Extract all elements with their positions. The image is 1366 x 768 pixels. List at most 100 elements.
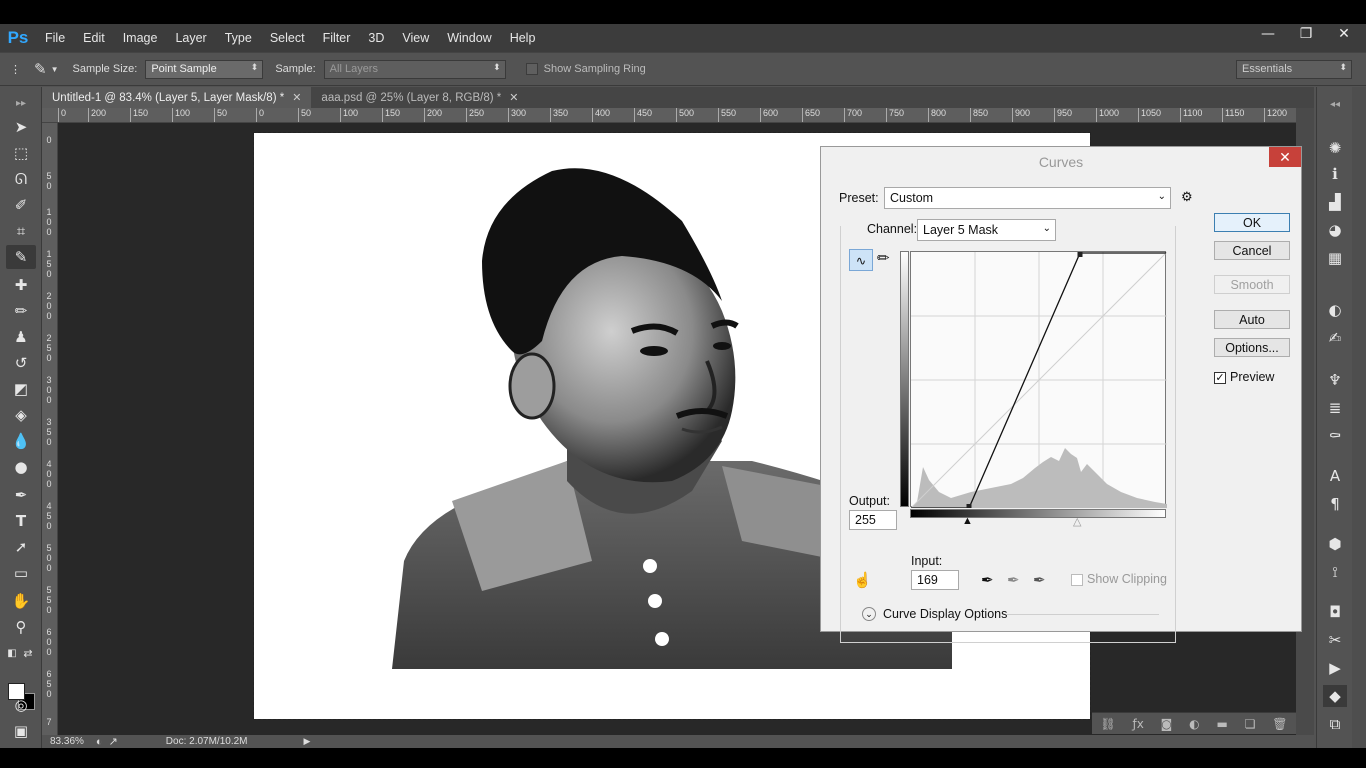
swatches-icon[interactable]: ▦	[1323, 247, 1347, 269]
new-group-icon[interactable]: ▬	[1217, 717, 1228, 731]
menu-edit[interactable]: Edit	[74, 31, 114, 45]
gray-eyedropper-icon[interactable]: ✒	[1007, 571, 1020, 589]
type-tool-icon[interactable]: T	[6, 509, 36, 533]
target-adjustment-hand-icon[interactable]: ☝	[853, 571, 872, 589]
minimize-button[interactable]: —	[1260, 26, 1276, 42]
tab-untitled-1[interactable]: Untitled-1 @ 83.4% (Layer 5, Layer Mask/…	[42, 87, 312, 108]
history-brush-tool-icon[interactable]: ↺	[6, 351, 36, 375]
quick-selection-tool-icon[interactable]: ✐	[6, 193, 36, 217]
adjustment-layer-icon[interactable]: ◐	[1189, 717, 1199, 731]
input-field[interactable]: 169	[911, 570, 959, 590]
ok-button[interactable]: OK	[1214, 213, 1290, 232]
brush-tool-icon[interactable]: ✏	[6, 299, 36, 323]
tool-presets-icon[interactable]: ✂	[1323, 629, 1347, 651]
eyedropper-tool-preset-icon[interactable]: ✎	[34, 60, 47, 78]
clone-stamp-tool-icon[interactable]: ♟	[6, 325, 36, 349]
white-eyedropper-icon[interactable]: ✒	[1033, 571, 1046, 589]
right-panel-scroll[interactable]	[1352, 87, 1366, 748]
menu-3d[interactable]: 3D	[359, 31, 393, 45]
menu-filter[interactable]: Filter	[314, 31, 360, 45]
path-selection-tool-icon[interactable]: ➚	[6, 535, 36, 559]
smooth-button[interactable]: Smooth	[1214, 275, 1290, 294]
auto-button[interactable]: Auto	[1214, 310, 1290, 329]
pencil-draw-icon[interactable]: ✏	[877, 249, 890, 267]
channel-select[interactable]: Layer 5 Mask ⌄	[917, 219, 1056, 241]
curve-point-low[interactable]	[966, 504, 972, 509]
properties-icon[interactable]: ◘	[1323, 601, 1347, 623]
collapse-panel-icon[interactable]: ▸▸	[6, 91, 36, 115]
histogram-icon[interactable]: ▟	[1323, 191, 1347, 213]
black-eyedropper-icon[interactable]: ✒	[981, 571, 994, 589]
status-menu-arrow-icon[interactable]: ▶	[304, 736, 311, 747]
cancel-button[interactable]: Cancel	[1214, 241, 1290, 260]
dialog-close-button[interactable]: ✕	[1269, 147, 1301, 167]
dodge-tool-icon[interactable]: ●	[6, 455, 36, 479]
pen-tool-icon[interactable]: ✒	[6, 483, 36, 507]
paths-icon[interactable]: ⟟	[1323, 561, 1347, 583]
brush-settings-icon[interactable]: ≣	[1323, 397, 1347, 419]
menu-help[interactable]: Help	[501, 31, 545, 45]
trash-icon[interactable]: 🗑	[1272, 717, 1287, 731]
eraser-tool-icon[interactable]: ◩	[6, 377, 36, 401]
zoom-tool-icon[interactable]: ⚲	[6, 615, 36, 639]
eyedropper-tool-icon[interactable]: ✎	[6, 245, 36, 269]
collapse-panel-icon[interactable]: ◂◂	[1323, 93, 1347, 115]
close-icon[interactable]: ✕	[509, 91, 518, 104]
white-point-slider[interactable]: △	[1073, 515, 1081, 528]
brush-presets-icon[interactable]: ♆	[1323, 369, 1347, 391]
screen-mode-icon[interactable]: ▣	[6, 719, 36, 743]
paint-bucket-tool-icon[interactable]: ◈	[6, 403, 36, 427]
brightness-icon[interactable]: ✺	[1323, 137, 1347, 159]
preset-options-gear-icon[interactable]: ⚙	[1181, 189, 1193, 205]
menu-view[interactable]: View	[393, 31, 438, 45]
sample-size-select[interactable]: Point Sample ⬍	[145, 59, 264, 79]
fx-icon[interactable]: ƒx	[1133, 717, 1144, 731]
quick-mask-icon[interactable]: ◎	[6, 693, 36, 717]
move-tool-icon[interactable]: ➤	[6, 115, 36, 139]
blur-tool-icon[interactable]: 💧	[6, 429, 36, 453]
curves-graph[interactable]	[910, 251, 1168, 509]
black-point-slider[interactable]: ▲	[962, 515, 973, 527]
menu-select[interactable]: Select	[261, 31, 314, 45]
curve-point-high[interactable]	[1077, 252, 1083, 257]
menu-image[interactable]: Image	[114, 31, 167, 45]
preview-checkbox[interactable]: ✓	[1214, 372, 1226, 384]
paragraph-icon[interactable]: ¶	[1323, 493, 1347, 515]
curve-display-options-label[interactable]: Curve Display Options	[883, 607, 1007, 621]
close-icon[interactable]: ✕	[292, 91, 301, 104]
preset-select[interactable]: Custom ⌄	[884, 187, 1171, 209]
new-layer-icon[interactable]: ❏	[1245, 717, 1256, 731]
dialog-titlebar[interactable]: Curves	[821, 147, 1301, 177]
marquee-tool-icon[interactable]: ⬚	[6, 141, 36, 165]
menu-layer[interactable]: Layer	[166, 31, 215, 45]
actions-icon[interactable]: ▶	[1323, 657, 1347, 679]
tab-aaa-psd[interactable]: aaa.psd @ 25% (Layer 8, RGB/8) * ✕	[311, 87, 528, 108]
options-button[interactable]: Options...	[1214, 338, 1290, 357]
sample-select[interactable]: All Layers ⬍	[323, 59, 506, 79]
3d-icon[interactable]: ⬢	[1323, 533, 1347, 555]
expand-chevron-icon[interactable]: ⌄	[862, 607, 876, 621]
menu-type[interactable]: Type	[216, 31, 261, 45]
close-window-button[interactable]: ✕	[1336, 26, 1352, 42]
chevron-down-icon[interactable]: ▼	[51, 65, 59, 74]
show-sampling-ring-checkbox[interactable]	[525, 63, 538, 75]
status-toggle-icon[interactable]: ◐	[96, 736, 103, 748]
crop-tool-icon[interactable]: ⌗	[6, 219, 36, 243]
restore-button[interactable]: ❐	[1298, 26, 1314, 42]
curve-edit-points-icon[interactable]: ∿	[849, 249, 873, 271]
color-palette-icon[interactable]: ◕	[1323, 219, 1347, 241]
character-icon[interactable]: A	[1323, 465, 1347, 487]
healing-brush-tool-icon[interactable]: ✚	[6, 273, 36, 297]
workspace-select[interactable]: Essentials ⬍	[1236, 59, 1352, 79]
default-colors-icon[interactable]: ◧	[4, 641, 20, 665]
curve-plot[interactable]	[910, 251, 1168, 509]
layers-icon[interactable]: ◆	[1323, 685, 1347, 707]
channels-icon[interactable]: ⧉	[1323, 713, 1347, 735]
hand-tool-icon[interactable]: ✋	[6, 589, 36, 613]
zoom-level[interactable]: 83.36%	[50, 736, 84, 747]
adjustments-icon[interactable]: ◐	[1323, 299, 1347, 321]
output-field[interactable]: 255	[849, 510, 897, 530]
info-icon[interactable]: ℹ	[1323, 163, 1347, 185]
menu-file[interactable]: File	[36, 31, 74, 45]
styles-icon[interactable]: ✍	[1323, 327, 1347, 349]
